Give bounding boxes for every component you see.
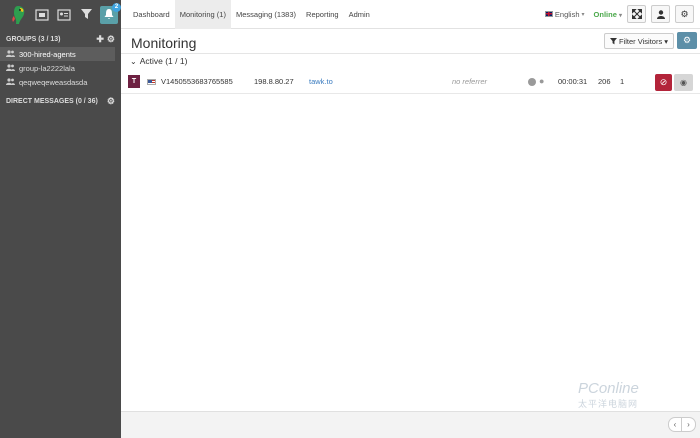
visitor-page-link[interactable]: tawk.to: [309, 77, 333, 86]
profile-button[interactable]: [651, 5, 670, 23]
groups-section-header: GROUPS (3 / 13) ✚ ⚙: [0, 31, 121, 47]
main-content: Monitoring Filter Visitors ▾ ⚙ ⌄ Active …: [121, 29, 700, 438]
status-label: Online: [593, 9, 617, 19]
watermark-subtitle: 太平洋电脑网: [578, 400, 639, 410]
ban-visitor-button[interactable]: ⊘: [655, 74, 672, 91]
bottom-bar: ‹ ›: [121, 411, 700, 438]
visitor-type-badge: T: [128, 75, 140, 88]
filter-visitors-button[interactable]: Filter Visitors ▾: [604, 33, 674, 49]
nav-tabs: Dashboard Monitoring (1) Messaging (1383) R…: [128, 0, 375, 29]
sidebar: 2 GROUPS (3 / 13) ✚ ⚙ 300-hired-agents gr…: [0, 0, 121, 438]
chevron-down-icon: ▾: [581, 11, 585, 18]
gear-icon: ⚙: [680, 8, 689, 19]
groups-header-label: GROUPS (3 / 13): [6, 35, 61, 43]
add-group-icon[interactable]: ✚: [96, 34, 104, 45]
visitor-duration: 00:00:31: [558, 77, 588, 86]
group-item[interactable]: 300-hired-agents: [0, 47, 115, 61]
visitor-ip: 198.8.80.27: [254, 77, 294, 86]
expand-icon: [631, 9, 642, 19]
ban-icon: ⊘: [659, 77, 668, 87]
pconline-watermark: PConline 太平洋电脑网: [578, 380, 639, 410]
pager: ‹ ›: [668, 417, 696, 432]
group-item[interactable]: group-la2222lala: [0, 61, 121, 75]
nav-tab[interactable]: Monitoring (1): [174, 0, 231, 29]
groups-settings-icon[interactable]: ⚙: [107, 34, 115, 45]
group-label: qeqweqeweasdasda: [19, 77, 88, 87]
nav-tab[interactable]: Admin: [344, 0, 375, 29]
sidebar-toolbar: 2: [0, 0, 121, 29]
previous-page-button[interactable]: ‹: [668, 417, 682, 432]
apple-icon: ●: [539, 76, 545, 86]
gear-icon: ⚙: [682, 35, 692, 45]
uk-flag-icon: [544, 11, 553, 17]
monitoring-settings-button[interactable]: ⚙: [677, 32, 697, 49]
users-icon: [6, 63, 15, 73]
group-item[interactable]: qeqweqeweasdasda: [0, 75, 121, 89]
contact-card-icon[interactable]: [56, 8, 72, 22]
language-selector[interactable]: English ▾: [544, 9, 585, 19]
eye-icon: ◉: [680, 78, 687, 87]
users-icon: [6, 49, 15, 59]
filter-icon: [610, 37, 617, 44]
direct-messages-label: DIRECT MESSAGES (0 / 36): [6, 97, 98, 105]
visitor-referrer: no referrer: [452, 77, 488, 86]
visitor-chats: 1: [620, 77, 625, 86]
nav-tab[interactable]: Dashboard: [128, 0, 175, 29]
nav-tab[interactable]: Messaging (1383): [231, 0, 301, 29]
nav-right: English ▾ Online ▾ ⚙: [544, 5, 700, 23]
filter-icon[interactable]: [78, 8, 94, 22]
nav-tab[interactable]: Reporting: [301, 0, 344, 29]
watermark-logo-text: PConline: [578, 380, 639, 397]
chevron-down-icon: ▾: [618, 12, 622, 19]
user-icon: [656, 9, 665, 19]
direct-messages-settings-icon[interactable]: ⚙: [107, 96, 115, 107]
next-page-button[interactable]: ›: [682, 417, 696, 432]
title-divider: [121, 53, 700, 54]
active-section-label: Active (1 / 1): [139, 56, 188, 66]
settings-button[interactable]: ⚙: [675, 5, 694, 23]
parrot-logo-icon: [8, 4, 28, 26]
view-visitor-button[interactable]: ◉: [674, 74, 693, 91]
page-title: Monitoring: [131, 35, 197, 51]
filter-visitors-label: Filter Visitors: [619, 36, 663, 46]
browser-icon: [528, 78, 536, 86]
status-selector[interactable]: Online ▾: [594, 10, 622, 19]
screens-icon[interactable]: [34, 8, 50, 22]
users-icon: [6, 77, 15, 87]
group-label: 300-hired-agents: [19, 49, 76, 59]
us-flag-icon: [147, 79, 156, 85]
notifications-button[interactable]: 2: [100, 2, 121, 24]
language-label: English: [554, 9, 580, 19]
top-navigation: Dashboard Monitoring (1) Messaging (1383) R…: [121, 0, 700, 29]
fullscreen-button[interactable]: [627, 5, 646, 23]
chevron-down-icon: ⌄: [130, 56, 137, 66]
direct-messages-header: DIRECT MESSAGES (0 / 36) ⚙: [0, 93, 121, 109]
visitor-id: V1450553683765585: [161, 77, 233, 86]
visitor-row[interactable]: T V1450553683765585 198.8.80.27 tawk.to …: [121, 72, 700, 94]
visitor-page-views: 206: [598, 77, 611, 86]
group-label: group-la2222lala: [19, 63, 75, 73]
caret-down-icon: ▾: [664, 36, 668, 46]
active-section-toggle[interactable]: ⌄ Active (1 / 1): [130, 56, 187, 66]
group-list: 300-hired-agents group-la2222lala qeqweqew…: [0, 47, 121, 89]
notification-count-badge: 2: [112, 2, 121, 12]
